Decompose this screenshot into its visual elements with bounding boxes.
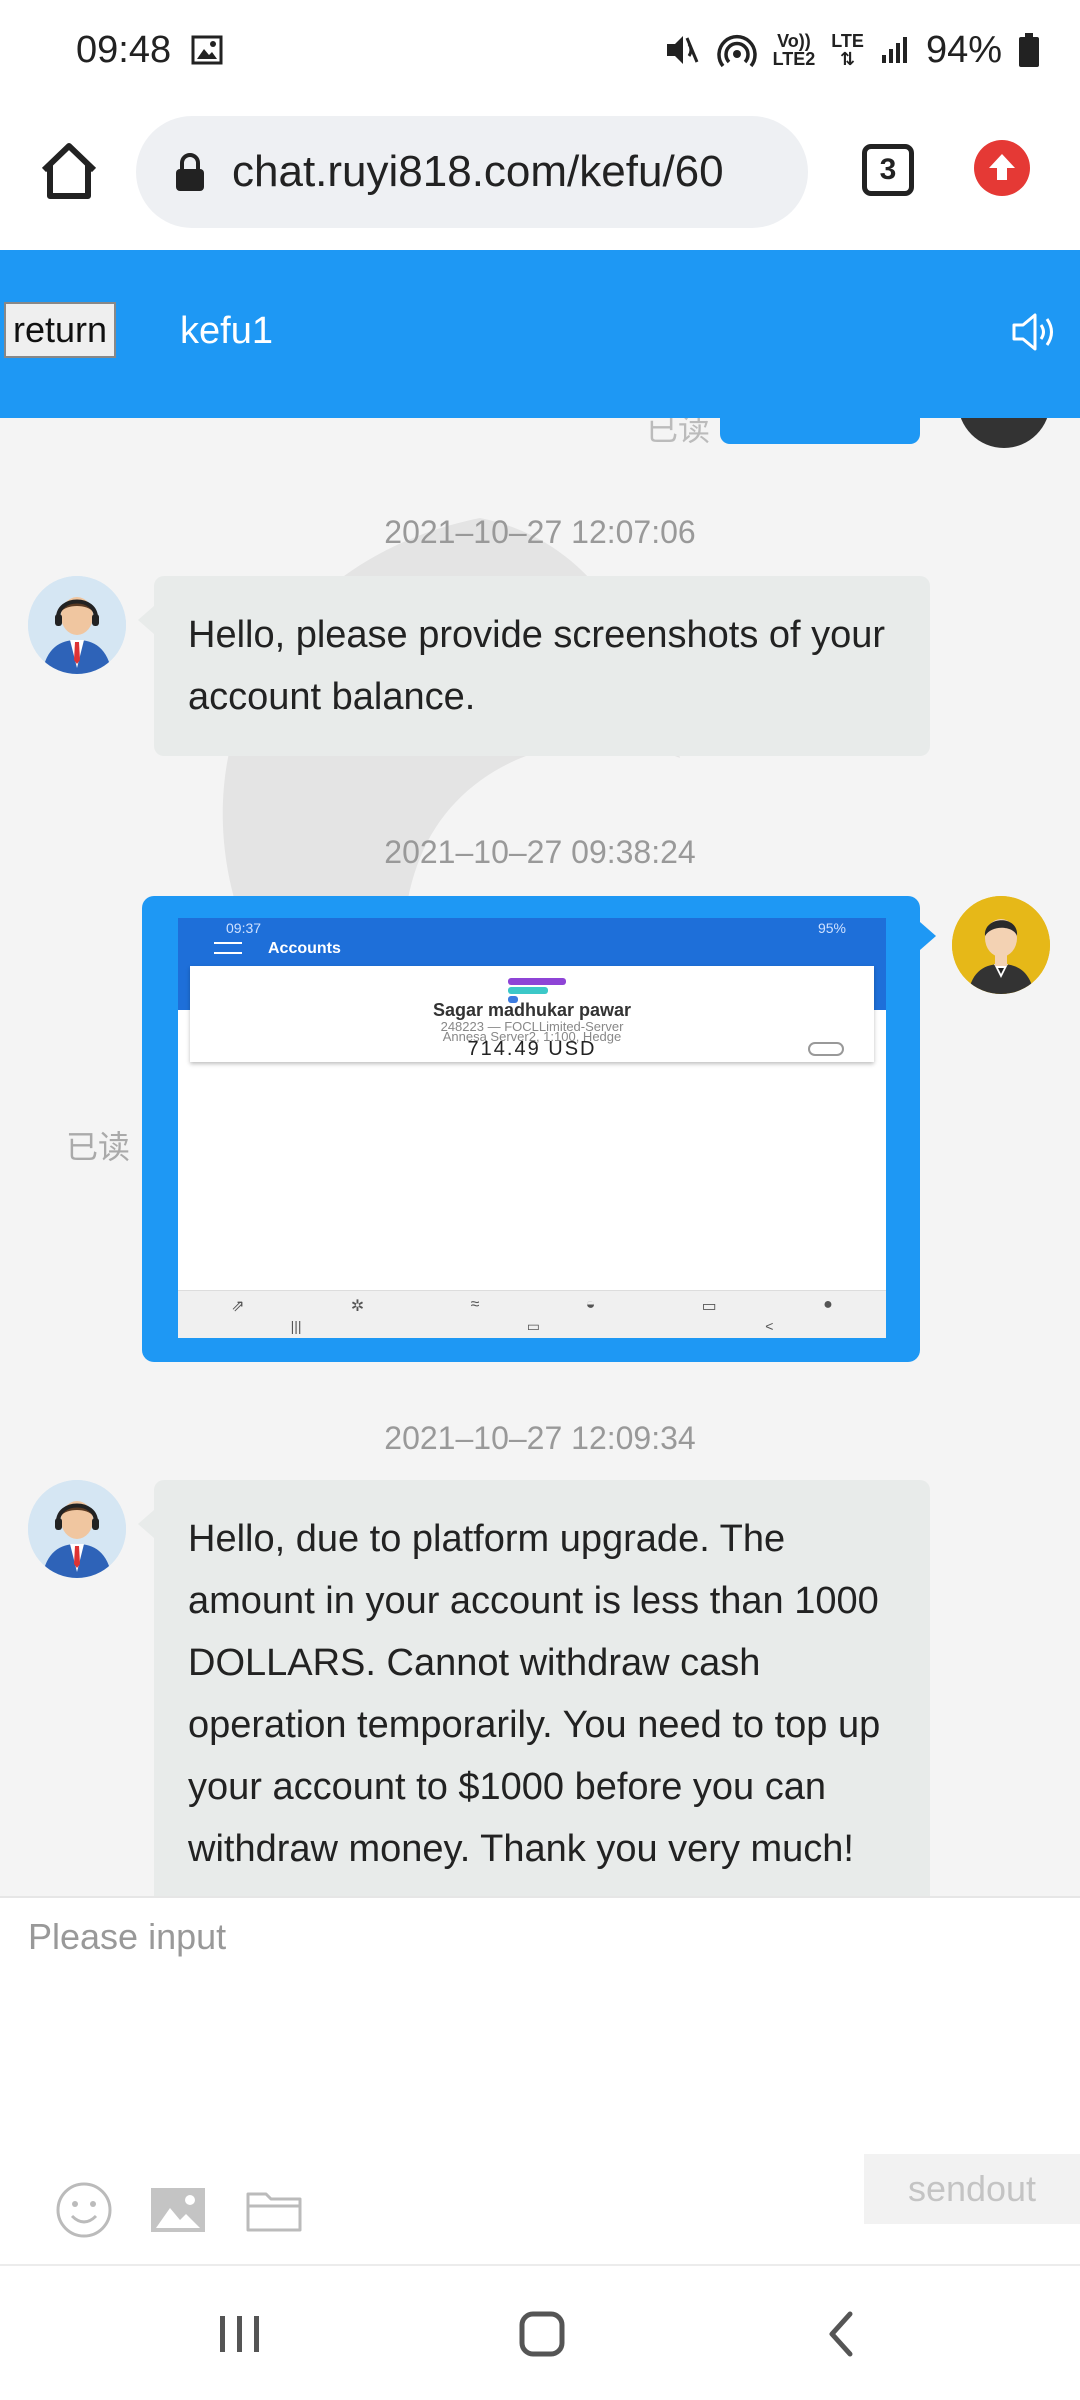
message-text: Hello, due to platform upgrade. The amou… (188, 1518, 881, 1870)
tab-switcher-button[interactable]: 3 (862, 144, 914, 196)
incoming-message-bubble[interactable]: Hello, please provide screenshots of you… (138, 576, 930, 756)
screenshot-account-card: Sagar madhukar pawar 248223 — FOCLLimite… (190, 966, 874, 1062)
signal-icon (881, 37, 907, 63)
home-icon[interactable] (38, 140, 100, 202)
screenshot-trade-icon: ≈ (470, 1296, 480, 1313)
volte-indicator: Vo)) LTE2 (772, 31, 816, 69)
return-button[interactable]: return (4, 302, 116, 358)
message-timestamp: 2021–10–27 09:38:24 (384, 834, 696, 870)
account-screenshot-image[interactable]: 09:37 95% Accounts Sagar madhukar pawar … (178, 918, 886, 1338)
message-timestamp: 2021–10–27 12:07:06 (384, 514, 696, 550)
image-message-bubble[interactable]: 09:37 95% Accounts Sagar madhukar pawar … (142, 896, 936, 1362)
screenshot-menu-icon (214, 942, 242, 954)
status-bar: 09:48 Vo)) LTE2 LTE ⇅ 94% (0, 0, 1080, 100)
screenshot-system-nav: ||| ▭ < (178, 1318, 886, 1335)
speaker-icon[interactable] (1010, 310, 1058, 354)
arrow-up-icon (989, 154, 1015, 180)
browser-toolbar: chat.ruyi818.com/kefu/60 3 (0, 100, 1080, 250)
status-time: 09:48 (76, 28, 172, 71)
address-bar[interactable]: chat.ruyi818.com/kefu/60 (136, 116, 808, 228)
screenshot-news-icon: ▭ (701, 1298, 717, 1315)
lock-icon (176, 153, 204, 191)
screenshot-home-icon: ▭ (526, 1318, 540, 1334)
chat-header: return kefu1 (0, 250, 1080, 418)
url-text: chat.ruyi818.com/kefu/60 (232, 147, 724, 196)
battery-icon (1019, 33, 1039, 67)
screenshot-status-battery: 95% (817, 920, 846, 936)
back-icon[interactable] (812, 2306, 872, 2362)
agent-avatar-icon (28, 576, 126, 674)
screenshot-quotes-icon: ⇗ (231, 1298, 245, 1315)
folder-icon[interactable] (244, 2180, 304, 2240)
screenshot-account-name: Sagar madhukar pawar (432, 1000, 632, 1020)
screenshot-chart-icon: ✲ (350, 1298, 365, 1315)
previous-message-bubble[interactable] (720, 418, 920, 444)
screenshot-history-icon: ◒ (585, 1296, 596, 1313)
screenshot-recents-icon: ||| (290, 1318, 302, 1334)
agent-avatar (28, 576, 126, 674)
lte-indicator: LTE ⇅ (831, 31, 864, 69)
screenshot-title: Accounts (268, 940, 341, 957)
update-button[interactable] (974, 140, 1030, 196)
read-status-label: 已读 (646, 418, 711, 447)
message-text: Hello, please provide screenshots of you… (188, 614, 886, 718)
user-avatar (952, 896, 1050, 994)
screenshot-chat-icon: ● (823, 1296, 833, 1313)
message-input[interactable] (28, 1916, 1048, 2116)
home-nav-icon[interactable] (512, 2306, 572, 2362)
hotspot-icon (716, 35, 757, 68)
system-nav-bar (0, 2264, 1080, 2400)
chat-messages[interactable]: 已读 2021–10–27 12:07:06 Hello, please pro… (0, 418, 1080, 1896)
agent-avatar-icon (28, 1480, 126, 1578)
screenshot-status-time: 09:37 (226, 920, 262, 936)
send-button[interactable]: sendout (864, 2154, 1080, 2224)
screenshot-info-icon (808, 1042, 844, 1056)
screenshot-nav-icons: ⇗ ✲ ≈ ◒ ▭ ● (178, 1296, 886, 1316)
gallery-notification-icon (191, 35, 223, 65)
recent-apps-icon[interactable] (210, 2306, 270, 2362)
battery-percent: 94% (925, 28, 1002, 71)
user-avatar-icon (952, 896, 1050, 994)
user-avatar-partial (958, 418, 1050, 448)
message-timestamp: 2021–10–27 12:09:34 (384, 1420, 696, 1456)
screenshot-account-balance: 714.49 USD (467, 1038, 597, 1060)
screenshot-back-icon: < (765, 1318, 774, 1334)
image-upload-icon[interactable] (148, 2180, 208, 2240)
agent-name: kefu1 (180, 310, 273, 352)
composer: sendout (0, 1896, 1080, 2264)
agent-avatar (28, 1480, 126, 1578)
read-status-label: 已读 (66, 1129, 131, 1165)
incoming-message-bubble[interactable]: Hello, due to platform upgrade. The amou… (138, 1480, 930, 1896)
mute-icon (666, 36, 698, 64)
emoji-icon[interactable] (54, 2180, 114, 2240)
